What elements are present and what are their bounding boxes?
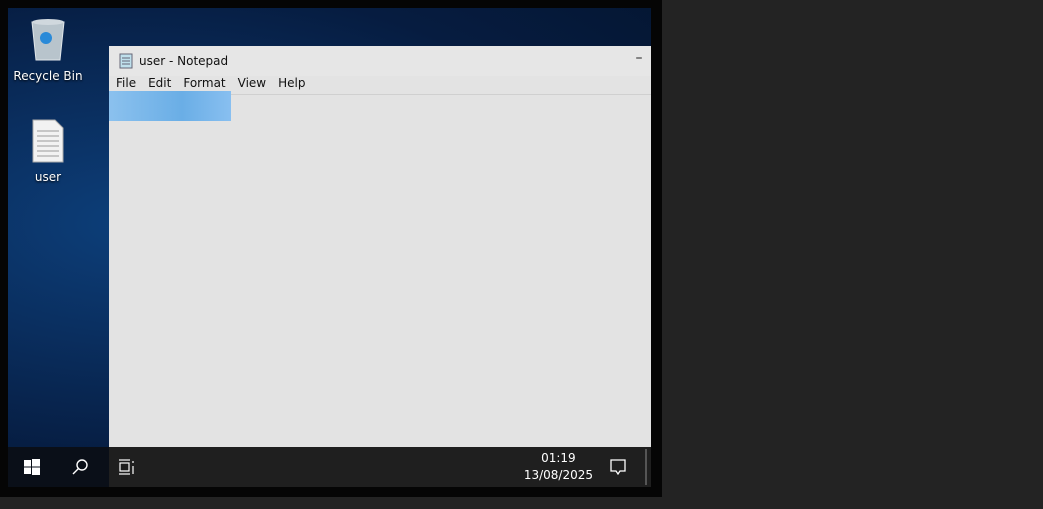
notepad-icon — [119, 53, 133, 69]
recycle-bin-icon — [31, 19, 65, 61]
show-desktop-button[interactable] — [645, 449, 647, 485]
screen-frame: Recycle Bin user user - Notepad – File E… — [0, 0, 662, 497]
start-button[interactable] — [18, 447, 46, 487]
clock[interactable]: 01:19 13/08/2025 — [524, 450, 593, 484]
notification-icon — [610, 459, 626, 476]
taskbar: 01:19 13/08/2025 — [8, 447, 651, 487]
task-view-button[interactable] — [114, 447, 140, 487]
menu-help[interactable]: Help — [278, 76, 305, 94]
search-icon — [72, 459, 88, 475]
clock-time: 01:19 — [541, 451, 576, 465]
action-center-button[interactable] — [606, 447, 630, 487]
clock-date: 13/08/2025 — [523, 468, 593, 482]
recycle-bin-label: Recycle Bin — [13, 69, 83, 83]
menu-view[interactable]: View — [238, 76, 266, 94]
text-editor-area[interactable] — [109, 96, 651, 447]
text-file-icon — [32, 119, 64, 163]
title-bar[interactable]: user - Notepad – — [109, 46, 651, 76]
windows-logo-icon — [24, 459, 40, 475]
desktop: Recycle Bin user user - Notepad – File E… — [8, 8, 651, 487]
user-file-label: user — [34, 170, 62, 184]
desktop-icon-recycle-bin[interactable]: Recycle Bin — [8, 16, 88, 83]
minimize-button[interactable]: – — [627, 50, 651, 72]
desktop-icon-user[interactable]: user — [8, 119, 88, 184]
task-view-icon — [119, 459, 134, 475]
search-button[interactable] — [66, 447, 94, 487]
window-title: user - Notepad — [139, 54, 229, 68]
notepad-window: user - Notepad – File Edit Format View H… — [109, 46, 651, 447]
